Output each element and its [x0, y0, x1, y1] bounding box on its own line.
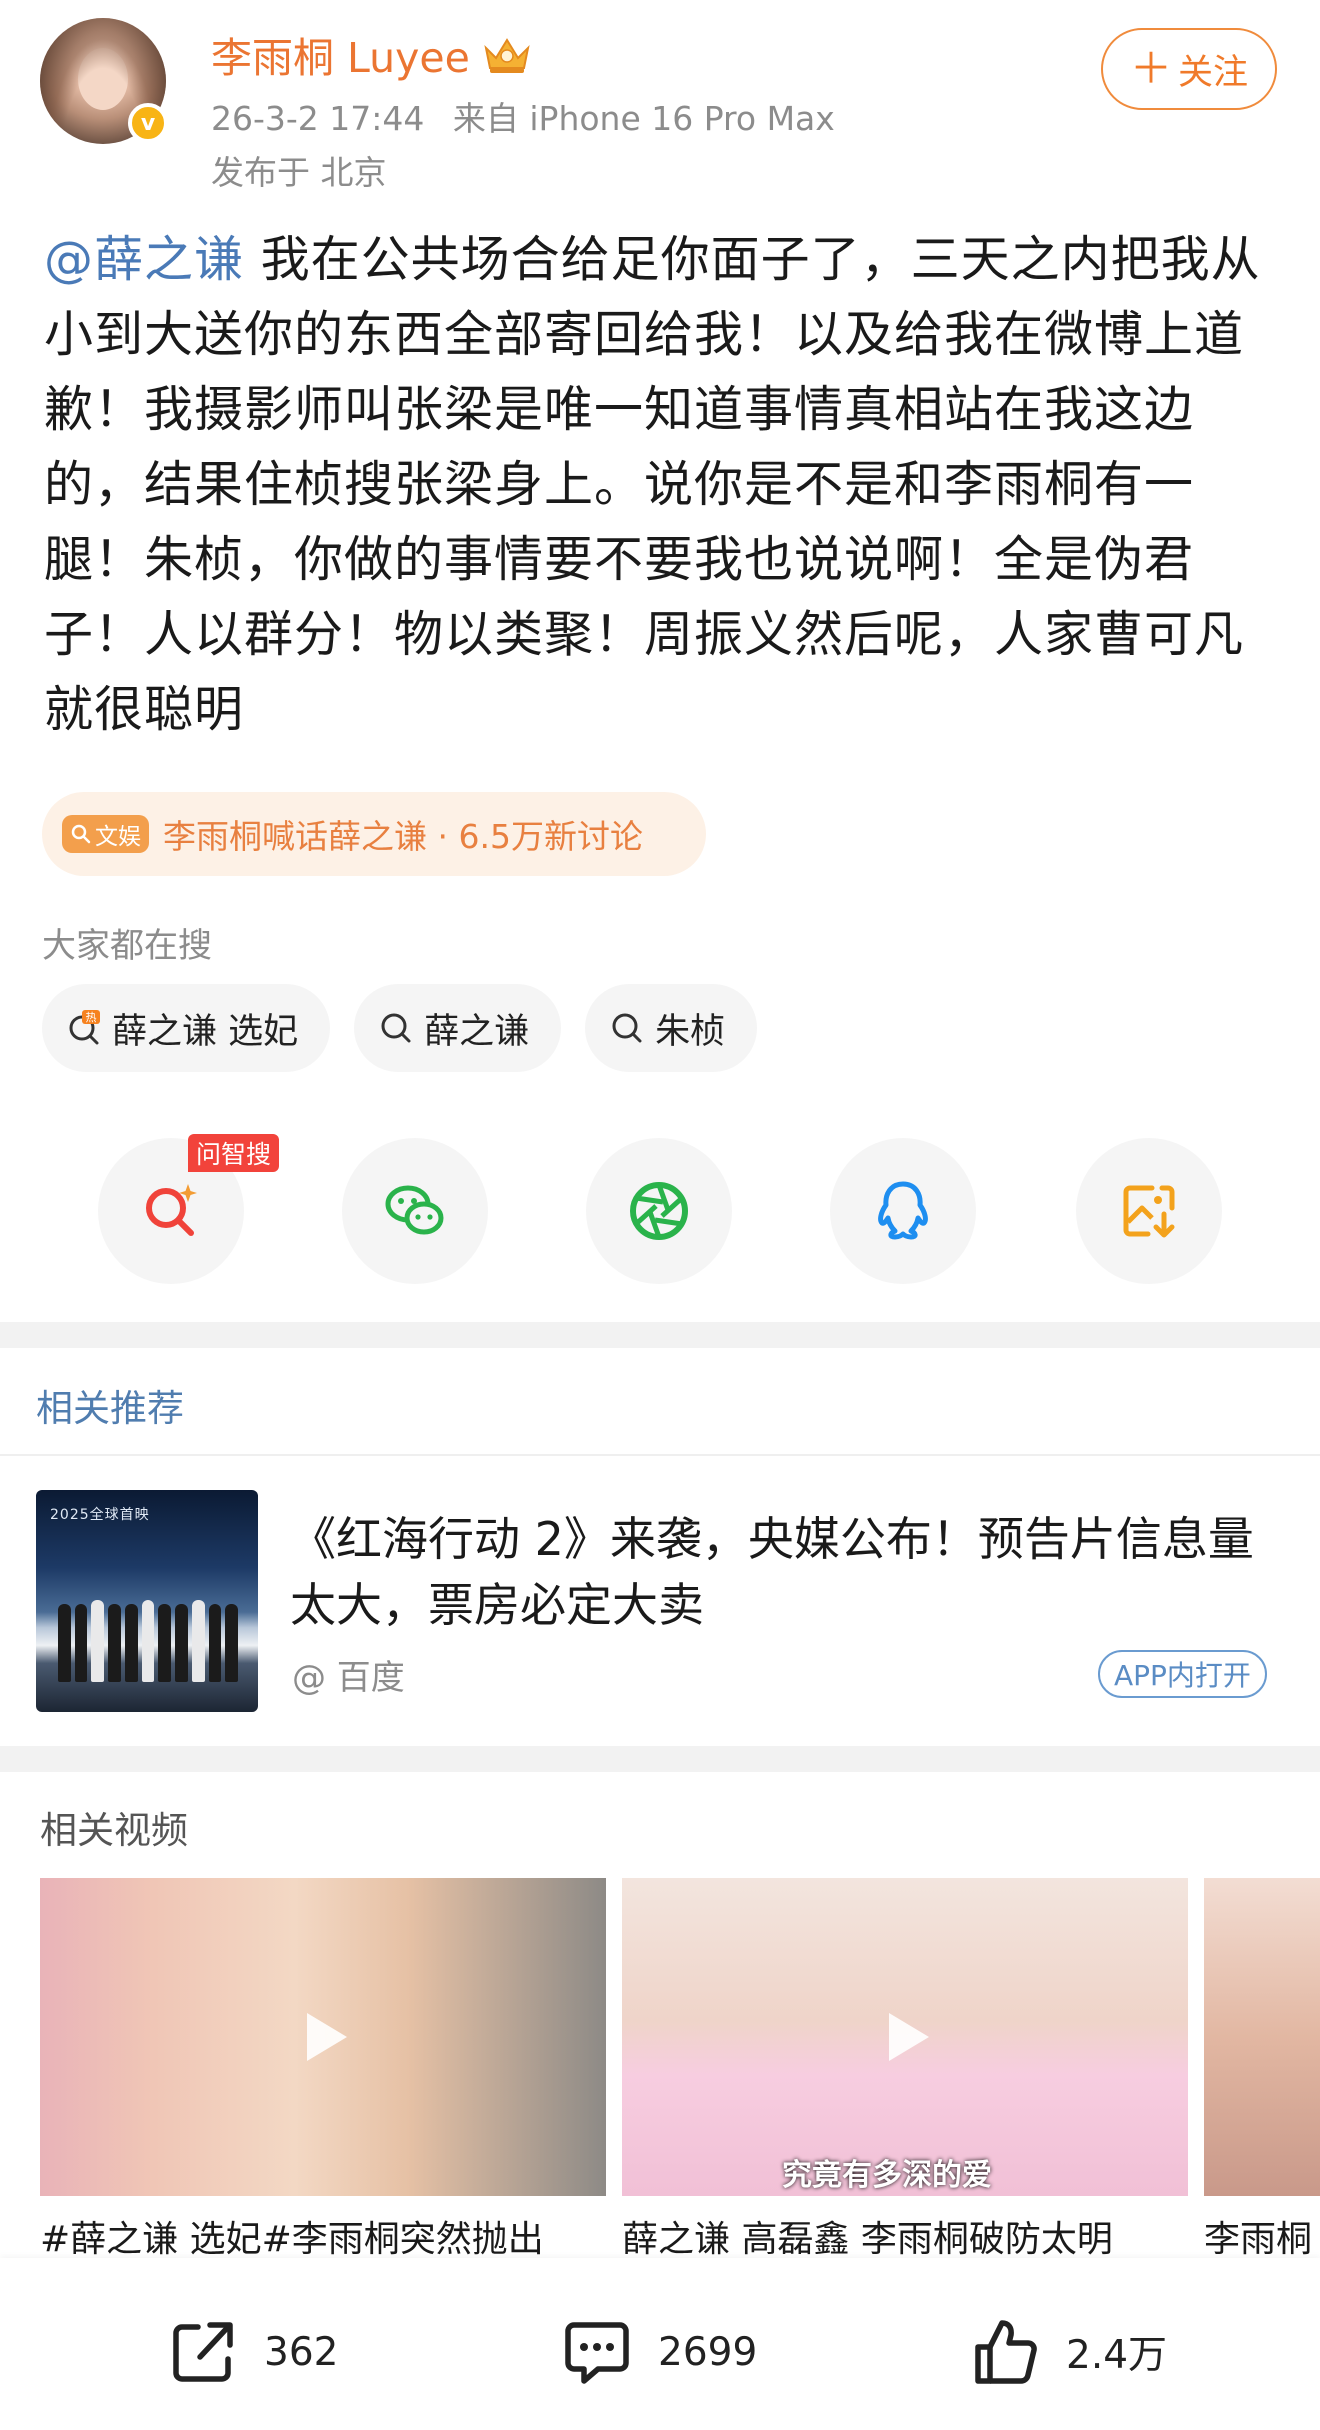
section-divider — [0, 1746, 1320, 1772]
search-icon — [71, 824, 91, 844]
thumbnail-people — [58, 1590, 239, 1682]
share-icon — [173, 2322, 233, 2382]
search-icon — [381, 1013, 411, 1043]
post-source: 来自 iPhone 16 Pro Max — [452, 99, 835, 138]
video-caption[interactable]: 薛之谦 高磊鑫 李雨桐破防太明 — [622, 2210, 1188, 2258]
share-row: 问智搜 — [0, 1134, 1320, 1286]
svg-text:热: 热 — [86, 1011, 97, 1024]
search-section-label: 大家都在搜 — [42, 926, 212, 966]
search-chip-label: 薛之谦 选妃 — [112, 1011, 299, 1052]
thumbnail-caption: 2025全球首映 — [50, 1507, 150, 1523]
section-divider — [0, 1322, 1320, 1348]
search-chip[interactable]: 热 薛之谦 选妃 — [42, 984, 331, 1072]
post-text: @薛之谦 我在公共场合给足你面子了，三天之内把我从小到大送你的东西全部寄回给我！… — [44, 222, 1280, 747]
search-icon — [612, 1013, 642, 1043]
ai-search-icon — [146, 1184, 197, 1236]
like-button[interactable]: 2.4万 — [966, 2312, 1167, 2392]
follow-button[interactable]: ＋ 关注 — [1101, 28, 1277, 110]
save-image-icon — [1123, 1185, 1175, 1238]
search-chip[interactable]: 薛之谦 — [354, 984, 562, 1072]
qq-icon — [878, 1181, 928, 1240]
video-card[interactable]: 究竟有多深的爱 — [622, 1878, 1188, 2196]
author-name-row[interactable]: 李雨桐 Luyee — [211, 24, 534, 84]
topic-tag-label: 文娱 — [95, 824, 141, 850]
moments-icon — [630, 1182, 688, 1240]
topic-text: 李雨桐喊话薛之谦 · 6.5万新讨论 — [163, 817, 643, 856]
post-header: v 李雨桐 Luyee 26-3-2 17:44 来自 iPhone 16 Pr… — [0, 0, 1320, 200]
thumbs-up-icon — [975, 2320, 1037, 2384]
post-location: 发布于 北京 — [211, 153, 387, 192]
qq-share-button[interactable] — [830, 1138, 976, 1284]
search-chip[interactable]: 朱桢 — [585, 984, 758, 1072]
author-name[interactable]: 李雨桐 Luyee — [211, 24, 470, 84]
videos-section-title: 相关视频 — [40, 1809, 188, 1852]
video-subtitle: 究竟有多深的爱 — [782, 2158, 992, 2193]
video-card[interactable] — [40, 1878, 606, 2196]
video-caption[interactable]: 李雨桐 — [1204, 2210, 1320, 2258]
open-in-app-button[interactable]: APP内打开 — [1098, 1650, 1267, 1698]
crown-icon — [484, 38, 530, 73]
moments-share-button[interactable] — [586, 1138, 732, 1284]
ai-search-badge: 问智搜 — [188, 1134, 280, 1172]
follow-label: 关注 — [1178, 52, 1249, 93]
recommend-thumbnail[interactable]: 2025全球首映 — [36, 1490, 258, 1712]
mention-link[interactable]: @薛之谦 — [44, 231, 244, 288]
recommend-section-title: 相关推荐 — [36, 1387, 184, 1430]
recommend-title[interactable]: 《红海行动 2》来袭，央媒公布！预告片信息量太大，票房必定大卖 — [290, 1506, 1290, 1638]
repost-button[interactable]: 362 — [164, 2312, 338, 2392]
video-caption[interactable]: #薛之谦 选妃#李雨桐突然抛出 — [40, 2210, 606, 2258]
post-time: 26-3-2 17:44 — [211, 99, 425, 138]
comment-count: 2699 — [658, 2329, 758, 2375]
play-icon — [307, 2013, 347, 2061]
verified-badge-icon: v — [128, 103, 168, 143]
plus-icon: ＋ — [1129, 44, 1172, 93]
bottom-action-bar: 362 2699 2.4万 — [0, 2258, 1320, 2430]
like-count: 2.4万 — [1066, 2333, 1168, 2378]
wechat-icon — [385, 1185, 444, 1235]
search-chip-label: 朱桢 — [655, 1011, 726, 1052]
play-icon — [889, 2013, 929, 2061]
topic-tag: 文娱 — [62, 815, 149, 853]
recommend-source: @ 百度 — [292, 1658, 405, 1698]
repost-count: 362 — [264, 2329, 339, 2375]
video-card[interactable] — [1204, 1878, 1320, 2196]
wechat-share-button[interactable] — [342, 1138, 488, 1284]
comment-button[interactable]: 2699 — [558, 2312, 757, 2392]
hot-search-icon: 热 — [69, 1010, 100, 1045]
post-meta: 26-3-2 17:44 来自 iPhone 16 Pro Max — [211, 92, 835, 140]
search-chips: 热 薛之谦 选妃 薛之谦 朱桢 — [42, 984, 758, 1072]
comment-icon — [565, 2322, 629, 2384]
save-image-button[interactable] — [1076, 1138, 1222, 1284]
post-body: 我在公共场合给足你面子了，三天之内把我从小到大送你的东西全部寄回给我！以及给我在… — [44, 231, 1261, 738]
hot-topic-link[interactable]: 文娱 李雨桐喊话薛之谦 · 6.5万新讨论 — [42, 792, 706, 876]
search-chip-label: 薛之谦 — [424, 1011, 530, 1052]
divider — [0, 1454, 1320, 1456]
